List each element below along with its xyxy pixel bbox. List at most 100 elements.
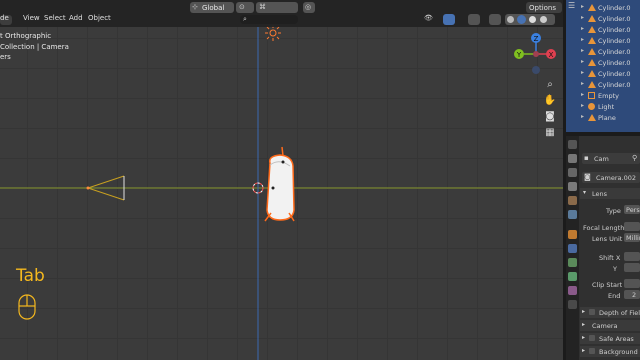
light-icon xyxy=(588,103,595,110)
outliner-item[interactable]: ▸ Cylinder.0 xyxy=(566,58,640,69)
character-mesh xyxy=(264,146,295,222)
shift-x-field[interactable] xyxy=(624,252,640,261)
outliner[interactable]: ☰ ▸ Cylinder.0 ▸ Cylinder.0 ▸ Cylinder.0 ▸ Cyli… xyxy=(566,0,640,132)
options-button[interactable]: Options xyxy=(526,2,562,13)
scene-tab-icon[interactable] xyxy=(568,196,577,205)
shift-y-field[interactable] xyxy=(624,263,640,272)
outliner-item[interactable]: ▸ Cylinder.0 xyxy=(566,25,640,36)
render-tab-icon[interactable] xyxy=(568,154,577,163)
search-icon: ⌕ xyxy=(243,15,247,23)
expand-arrow-icon[interactable]: ▸ xyxy=(581,14,584,21)
outliner-item[interactable]: ▸ Cylinder.0 xyxy=(566,36,640,47)
menu-object[interactable]: Object xyxy=(88,14,111,22)
viewport-header: de View Select Add Object ⊹ Global ⊙ ⌘ ⌕… xyxy=(0,0,563,27)
menu-mode[interactable]: de xyxy=(0,14,9,22)
zoom-icon[interactable]: ⌕ xyxy=(543,78,557,92)
wireframe-shading-icon[interactable] xyxy=(507,16,514,23)
camera-view-icon[interactable]: ◙ xyxy=(543,110,557,124)
view-layer-tab-icon[interactable] xyxy=(568,182,577,191)
pin-icon[interactable]: ⚲ xyxy=(632,154,637,162)
camera-panel[interactable]: ▸ Camera xyxy=(580,320,640,331)
world-tab-icon[interactable] xyxy=(568,210,577,219)
triangle-icon xyxy=(588,70,596,77)
rendered-shading-icon[interactable] xyxy=(540,16,547,23)
physics-tab-icon[interactable] xyxy=(568,300,577,309)
menu-view[interactable]: View xyxy=(23,14,40,22)
camera-data-field[interactable]: ◙ Camera.002 xyxy=(582,172,640,183)
menu-select[interactable]: Select xyxy=(44,14,66,22)
background-images-panel[interactable]: ▸ Background Im xyxy=(580,346,640,357)
overlay-toggle[interactable] xyxy=(468,14,480,25)
gizmo-y-label: Y xyxy=(516,51,522,59)
outliner-item-label: Cylinder.0 xyxy=(598,4,631,12)
clip-start-field[interactable] xyxy=(624,279,640,288)
expand-arrow-icon[interactable]: ▸ xyxy=(581,47,584,54)
modifier-tab-icon[interactable] xyxy=(568,244,577,253)
collection-label: Collection | Camera xyxy=(0,43,69,51)
light-object xyxy=(265,25,281,41)
lens-panel-header[interactable]: ▾ Lens xyxy=(580,188,640,199)
pivot-dropdown[interactable]: ⊙ xyxy=(236,2,254,13)
output-tab-icon[interactable] xyxy=(568,168,577,177)
camera-data-icon: ◙ xyxy=(584,173,591,181)
outliner-item[interactable]: ▸ Cylinder.0 xyxy=(566,80,640,91)
gizmo-z-label: Z xyxy=(534,35,539,43)
outliner-item[interactable]: ▸ Cylinder.0 xyxy=(566,14,640,25)
proportional-edit-toggle[interactable]: ◎ xyxy=(303,2,315,13)
outliner-item[interactable]: ▸ Cylinder.0 xyxy=(566,47,640,58)
camera-panel-title: Camera xyxy=(592,322,618,330)
triangle-icon xyxy=(588,26,596,33)
safe-areas-panel-title: Safe Areas xyxy=(599,335,634,343)
triangle-icon xyxy=(588,114,596,121)
object-name-field[interactable]: ▪ Cam ⚲ xyxy=(582,153,640,164)
texture-tab-icon[interactable] xyxy=(568,286,577,295)
material-shading-icon[interactable] xyxy=(529,16,536,23)
snap-toggle[interactable]: ⌘ xyxy=(256,2,298,13)
background-images-panel-title: Background Im xyxy=(599,348,640,356)
constraint-tab-icon[interactable] xyxy=(568,258,577,267)
proportional-icon: ◎ xyxy=(305,3,312,11)
shading-buttons[interactable] xyxy=(505,14,555,25)
gizmo-toggle[interactable] xyxy=(443,14,455,25)
focal-length-field[interactable] xyxy=(624,222,640,231)
lens-unit-dropdown[interactable]: Millim xyxy=(624,233,640,242)
expand-arrow-icon[interactable]: ▸ xyxy=(581,3,584,10)
expand-arrow-icon[interactable]: ▸ xyxy=(581,91,584,98)
visibility-icon[interactable]: 👁 xyxy=(424,14,436,24)
outliner-item-label: Cylinder.0 xyxy=(598,26,631,34)
expand-arrow-icon[interactable]: ▸ xyxy=(581,36,584,43)
expand-arrow-icon[interactable]: ▸ xyxy=(581,25,584,32)
expand-arrow-icon[interactable]: ▸ xyxy=(581,113,584,120)
expand-arrow-icon[interactable]: ▸ xyxy=(581,102,584,109)
type-dropdown[interactable]: Persp xyxy=(624,205,640,214)
object-tab-icon[interactable] xyxy=(568,230,577,239)
viewport-search[interactable]: ⌕ xyxy=(240,15,298,24)
depth-of-field-panel[interactable]: ▸ Depth of Field xyxy=(580,307,640,318)
orientation-icon: ⊹ xyxy=(192,3,198,11)
outliner-item[interactable]: ▸ Cylinder.0 xyxy=(566,3,640,14)
outliner-item[interactable]: ▸ Empty xyxy=(566,91,640,102)
outliner-item[interactable]: ▸ Plane xyxy=(566,113,640,124)
outliner-item[interactable]: ▸ Light xyxy=(566,102,640,113)
ortho-grid-icon[interactable]: ▦ xyxy=(543,126,557,140)
xray-toggle[interactable] xyxy=(489,14,501,25)
pan-hand-icon[interactable]: ✋ xyxy=(543,94,557,108)
expand-arrow-icon[interactable]: ▸ xyxy=(581,80,584,87)
background-images-checkbox[interactable] xyxy=(589,348,595,354)
clip-end-field[interactable]: 2 xyxy=(624,290,640,299)
3d-viewport[interactable]: de View Select Add Object ⊹ Global ⊙ ⌘ ⌕… xyxy=(0,0,563,360)
orientation-dropdown[interactable]: ⊹ Global xyxy=(190,2,234,13)
dof-checkbox[interactable] xyxy=(589,309,595,315)
safe-areas-panel[interactable]: ▸ Safe Areas xyxy=(580,333,640,344)
outliner-item-label: Cylinder.0 xyxy=(598,48,631,56)
lens-unit-label: Lens Unit xyxy=(592,235,623,243)
solid-shading-icon[interactable] xyxy=(517,15,526,24)
menu-add[interactable]: Add xyxy=(69,14,83,22)
expand-arrow-icon[interactable]: ▸ xyxy=(581,69,584,76)
camera-data-tab-icon[interactable] xyxy=(568,272,577,281)
expand-arrow-icon[interactable]: ▸ xyxy=(581,58,584,65)
tool-tab-icon[interactable] xyxy=(568,140,577,149)
safe-areas-checkbox[interactable] xyxy=(589,335,595,341)
properties-editor[interactable]: ▪ Cam ⚲ ◙ Camera.002 ▾ Lens Type Persp F… xyxy=(566,136,640,360)
outliner-item[interactable]: ▸ Cylinder.0 xyxy=(566,69,640,80)
